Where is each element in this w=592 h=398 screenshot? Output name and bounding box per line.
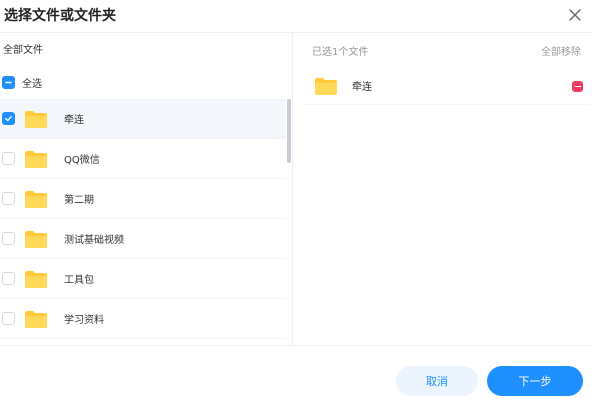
file-name: 工具包 xyxy=(64,275,94,286)
item-checkbox[interactable] xyxy=(2,152,15,165)
file-list-scrollbar[interactable] xyxy=(287,99,291,163)
file-name: 测试基础视频 xyxy=(64,235,124,246)
list-item[interactable]: 测试基础视频 xyxy=(0,219,286,259)
select-files-dialog: 选择文件或文件夹 全部文件 全选 牵连 QQ微信 第二期 测试基础视频 工具包 … xyxy=(0,0,592,398)
folder-icon xyxy=(25,270,47,288)
all-files-header: 全部文件 xyxy=(3,45,43,56)
select-all-checkbox[interactable] xyxy=(2,75,15,89)
selected-count-header: 已选1个文件 xyxy=(312,47,369,58)
next-step-button[interactable]: 下一步 xyxy=(487,366,583,396)
folder-icon xyxy=(25,110,47,128)
file-name: 牵连 xyxy=(64,115,84,126)
minus-icon xyxy=(5,81,12,83)
item-checkbox[interactable] xyxy=(2,232,15,245)
remove-item-button[interactable] xyxy=(572,81,583,92)
file-name: QQ微信 xyxy=(64,155,100,166)
header-divider xyxy=(0,32,592,33)
folder-icon xyxy=(25,230,47,248)
list-item[interactable]: 工具包 xyxy=(0,259,286,299)
item-checkbox[interactable] xyxy=(2,272,15,285)
remove-all-button[interactable]: 全部移除 xyxy=(541,43,581,58)
footer-divider xyxy=(0,345,592,346)
close-icon xyxy=(569,9,581,21)
item-checkbox[interactable] xyxy=(2,312,15,325)
check-icon xyxy=(5,115,12,122)
folder-icon xyxy=(25,150,47,168)
file-list: 牵连 QQ微信 第二期 测试基础视频 工具包 学习资料 xyxy=(0,99,286,345)
dialog-title: 选择文件或文件夹 xyxy=(4,8,116,24)
selected-file-name: 牵连 xyxy=(352,82,372,93)
folder-icon xyxy=(25,310,47,328)
list-item[interactable]: 牵连 xyxy=(0,99,286,139)
item-checkbox[interactable] xyxy=(2,192,15,205)
list-item[interactable]: 学习资料 xyxy=(0,299,286,339)
list-item[interactable]: QQ微信 xyxy=(0,139,286,179)
select-all-label: 全选 xyxy=(22,78,42,90)
file-name: 第二期 xyxy=(64,195,94,206)
selected-item: 牵连 xyxy=(302,67,590,105)
cancel-button[interactable]: 取消 xyxy=(396,366,478,396)
file-name: 学习资料 xyxy=(64,315,104,326)
item-checkbox[interactable] xyxy=(2,112,15,125)
folder-icon xyxy=(25,190,47,208)
folder-icon xyxy=(315,77,337,95)
list-item[interactable]: 第二期 xyxy=(0,179,286,219)
panel-divider xyxy=(292,33,293,345)
minus-icon xyxy=(574,85,581,88)
close-button[interactable] xyxy=(565,5,585,25)
select-all-checkbox-row[interactable]: 全选 xyxy=(2,74,42,90)
